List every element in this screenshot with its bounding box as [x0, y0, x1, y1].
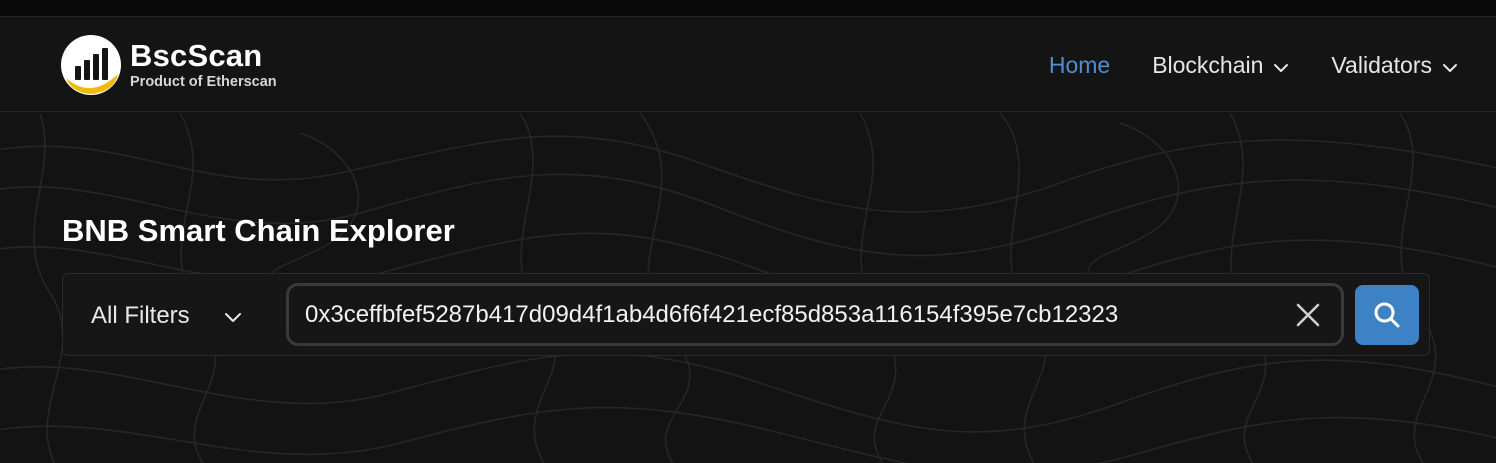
clear-search-button[interactable]: [1295, 302, 1321, 328]
nav-item-validators-label: Validators: [1331, 51, 1432, 78]
page-title: BNB Smart Chain Explorer: [62, 213, 455, 248]
chevron-down-icon: [1442, 52, 1458, 79]
filter-dropdown[interactable]: All Filters: [63, 274, 285, 357]
brand-name: BscScan: [130, 37, 263, 73]
nav-item-validators[interactable]: Validators: [1331, 52, 1458, 79]
close-icon: [1296, 303, 1320, 327]
search-icon: [1374, 302, 1400, 328]
nav-item-blockchain-label: Blockchain: [1152, 51, 1264, 78]
chevron-down-icon: [1273, 52, 1289, 79]
search-input[interactable]: [305, 286, 1265, 343]
bscscan-logo-icon: [61, 35, 121, 95]
top-strip: [0, 0, 1496, 16]
search-button[interactable]: [1355, 285, 1419, 345]
main-nav: Home Blockchain Validators: [1007, 45, 1458, 85]
brand-tagline: Product of Etherscan: [130, 73, 277, 90]
brand-logo[interactable]: BscScan Product of Etherscan: [60, 34, 277, 96]
search-bar: All Filters: [62, 273, 1430, 356]
nav-item-home-label: Home: [1048, 51, 1111, 78]
filter-label: All Filters: [91, 301, 190, 329]
nav-item-home[interactable]: Home: [1049, 52, 1110, 79]
navbar: BscScan Product of Etherscan Home Blockc…: [0, 16, 1496, 112]
chevron-down-icon: [224, 302, 242, 330]
search-input-wrapper: [286, 283, 1344, 346]
hero-section: BNB Smart Chain Explorer All Filters: [0, 113, 1496, 463]
nav-item-blockchain[interactable]: Blockchain: [1152, 52, 1289, 79]
